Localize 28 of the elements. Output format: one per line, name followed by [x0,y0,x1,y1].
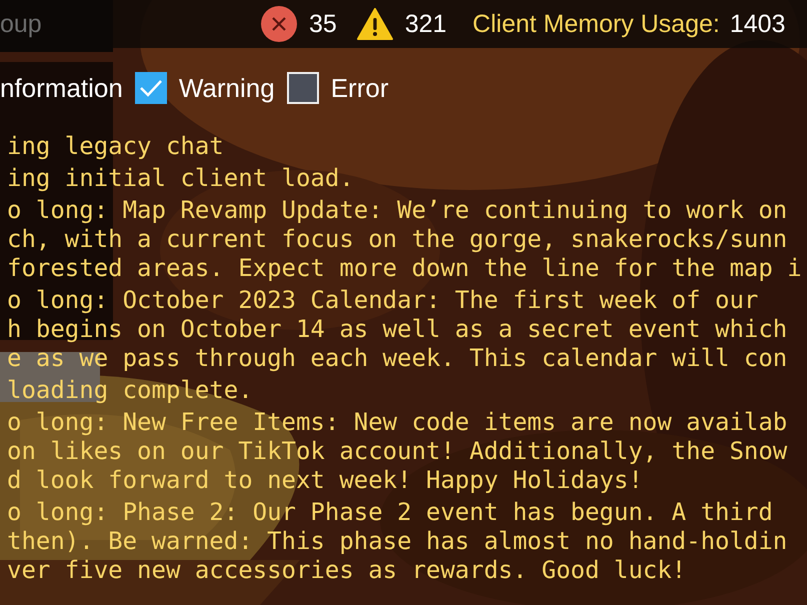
log-line: ing legacy chat [7,132,224,161]
log-line: on likes on our TikTok account! Additionally, the Snow [7,437,788,466]
log-line: ing initial client load. [7,164,354,193]
warning-icon [356,8,393,40]
check-icon [138,78,163,98]
warning-count: 321 [404,10,447,38]
filter-field[interactable]: oup [0,0,113,52]
log-line: then). Be warned: This phase has almost no hand-holdin [7,527,788,556]
log-line: o long: Phase 2: Our Phase 2 event has begun. A third [7,498,773,527]
checkbox[interactable] [134,72,167,104]
log-line: o long: New Free Items: New code items are now availab [7,408,788,437]
log-line: ver five new accessories as rewards. Good luck! [7,556,686,585]
memory-value: 1403 [730,10,786,38]
log-line: e as we pass through each week. This calendar will con [7,344,788,373]
filter-label: Error [330,72,388,104]
log-line: o long: October 2023 Calendar: The first week of our [7,286,758,315]
filter-label: Warning [178,72,275,104]
memory-label: Client Memory Usage: [472,10,720,38]
log-line: d look forward to next week! Happy Holidays! [7,466,643,495]
log-line: forested areas. Expect more down the line for the map i [7,254,802,283]
log-line: loading complete. [7,376,253,405]
log-line: o long: Map Revamp Update: We’re continuing to work on [7,196,788,225]
checkbox[interactable] [286,72,319,104]
log-line: ch, with a current focus on the gorge, snakerocks/sunn [7,225,788,254]
log-line: h begins on October 14 as well as a secret event which [7,315,788,344]
error-icon [261,6,297,42]
filter-label: nformation [0,72,123,104]
error-count: 35 [309,10,337,38]
